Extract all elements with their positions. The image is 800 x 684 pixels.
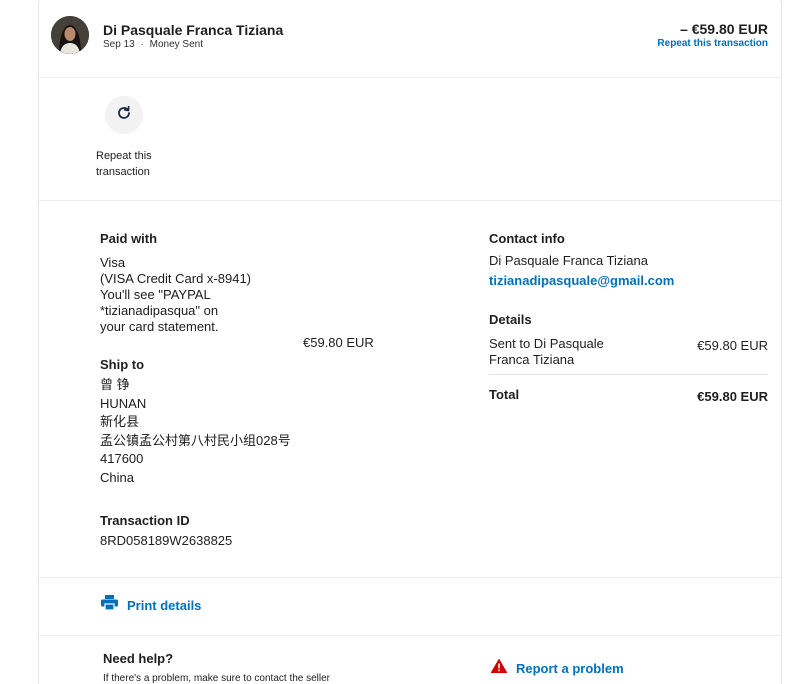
divider xyxy=(39,577,781,578)
report-problem-button[interactable]: Report a problem xyxy=(490,659,624,678)
contact-info-heading: Contact info xyxy=(489,231,565,246)
warning-icon xyxy=(490,659,508,678)
details-heading: Details xyxy=(489,312,532,327)
divider xyxy=(39,77,781,78)
payment-method: Visa (VISA Credit Card x-8941) You'll se… xyxy=(100,255,251,335)
payment-line: (VISA Credit Card x-8941) xyxy=(100,271,252,286)
counterparty-name: Di Pasquale Franca Tiziana xyxy=(103,22,284,38)
report-problem-label: Report a problem xyxy=(516,661,624,676)
transaction-id: 8RD058189W2638825 xyxy=(100,533,233,548)
printer-icon xyxy=(101,595,118,615)
address-line: 新化县 xyxy=(100,414,140,429)
address-line: China xyxy=(100,469,134,485)
ship-to-heading: Ship to xyxy=(100,357,145,372)
shipping-address: 曾 铮 HUNAN 新化县 孟公镇孟公村第八村民小组028号 417600 Ch… xyxy=(100,376,291,487)
need-help-text: If there's a problem, make sure to conta… xyxy=(103,673,331,684)
contact-name: Di Pasquale Franca Tiziana xyxy=(489,253,648,268)
repeat-transaction-button[interactable] xyxy=(105,96,143,134)
details-item-amount: €59.80 EUR xyxy=(697,338,768,353)
paid-with-heading: Paid with xyxy=(100,231,158,246)
total-amount: €59.80 EUR xyxy=(697,389,768,404)
address-line: 孟公镇孟公村第八村民小组028号 xyxy=(100,432,291,448)
transaction-date: Sep 13 xyxy=(103,39,135,50)
address-line: 曾 铮 xyxy=(100,377,130,392)
payment-line: Visa xyxy=(100,255,126,270)
details-divider xyxy=(489,374,768,375)
transaction-subtitle: Sep 13 · Money Sent xyxy=(103,39,203,50)
transaction-type: Money Sent xyxy=(149,39,203,50)
transaction-card: Di Pasquale Franca Tiziana Sep 13 · Mone… xyxy=(38,0,782,684)
contact-email-link[interactable]: tizianadipasquale@gmail.com xyxy=(489,273,674,289)
need-help-heading: Need help? xyxy=(103,651,174,666)
avatar xyxy=(51,16,89,54)
address-line: 417600 xyxy=(100,451,144,466)
total-label: Total xyxy=(489,387,520,402)
repeat-transaction-label[interactable]: Repeat this transaction xyxy=(96,148,176,180)
print-details-label: Print details xyxy=(127,597,202,613)
subtitle-separator: · xyxy=(140,39,144,50)
print-details-button[interactable]: Print details xyxy=(101,595,201,615)
payment-line: your card statement. xyxy=(100,319,219,334)
transaction-amount: – €59.80 EUR xyxy=(680,21,768,37)
refresh-icon xyxy=(116,105,132,126)
paid-with-amount: €59.80 EUR xyxy=(303,335,374,350)
details-item-line: Franca Tiziana xyxy=(489,352,575,367)
details-item-description: Sent to Di Pasquale Franca Tiziana xyxy=(489,336,604,368)
transaction-id-heading: Transaction ID xyxy=(100,513,190,528)
repeat-transaction-link[interactable]: Repeat this transaction xyxy=(657,38,768,49)
payment-line: You'll see "PAYPAL xyxy=(100,287,211,302)
divider xyxy=(39,200,781,201)
address-line: HUNAN xyxy=(100,395,147,411)
details-item-line: Sent to Di Pasquale xyxy=(489,336,604,351)
divider xyxy=(39,635,781,636)
payment-line: *tizianadipasqua" on xyxy=(100,303,219,318)
